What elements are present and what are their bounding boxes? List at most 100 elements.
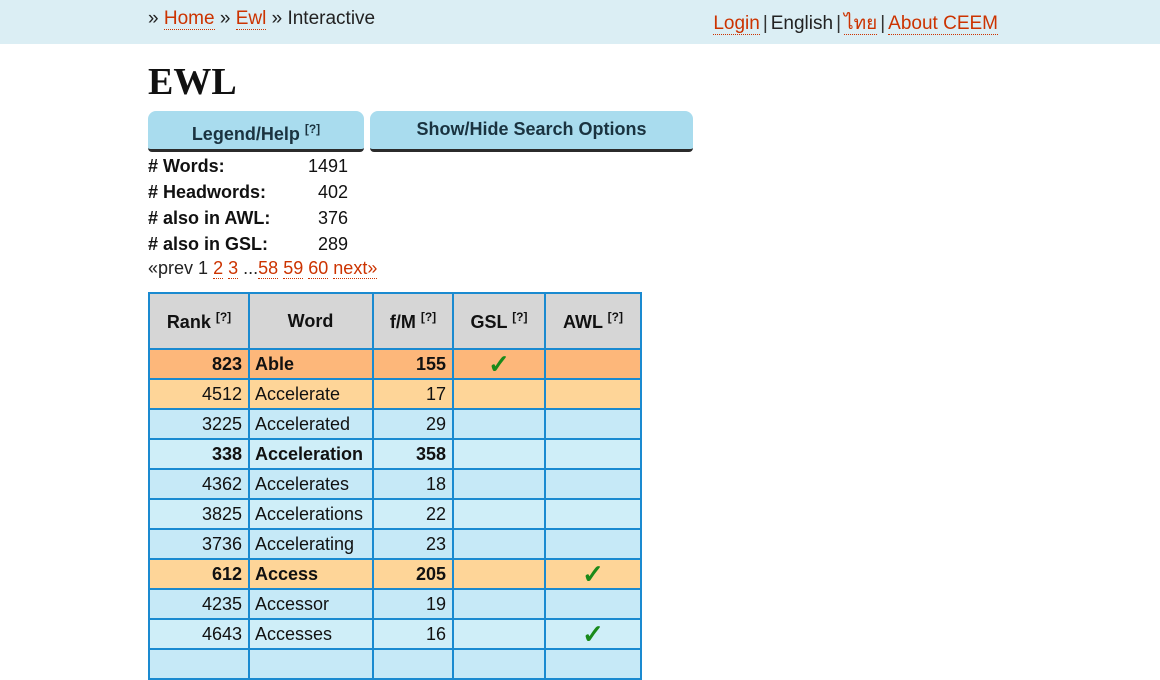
breadcrumb-home-link[interactable]: Home — [163, 8, 215, 30]
page-title: EWL — [148, 61, 237, 103]
header-fm[interactable]: f/M [?] — [372, 292, 454, 350]
cell-awl — [544, 378, 642, 410]
header-label: f/M — [389, 311, 416, 332]
language-english: English — [770, 13, 834, 34]
table-row[interactable]: 4362 Accelerates 18 — [148, 468, 642, 500]
divider: | — [762, 13, 768, 34]
cell-rank: 338 — [148, 438, 250, 470]
table-row[interactable]: 338 Acceleration 358 — [148, 438, 642, 470]
header-rank[interactable]: Rank [?] — [148, 292, 250, 350]
cell-fm: 23 — [372, 528, 454, 560]
cell-rank: 3225 — [148, 408, 250, 440]
pager-next-link[interactable]: next» — [333, 258, 378, 279]
cell-fm: 22 — [372, 498, 454, 530]
cell-word: Able — [248, 348, 374, 380]
cell-fm: 18 — [372, 468, 454, 500]
cell-gsl — [452, 378, 546, 410]
stat-headwords: # Headwords: 402 — [148, 181, 368, 207]
stat-label: # also in AWL: — [148, 208, 271, 228]
table-row[interactable]: 3736 Accelerating 23 — [148, 528, 642, 560]
cell-fm: 19 — [372, 588, 454, 620]
help-marker[interactable]: [?] — [608, 310, 623, 324]
cell-gsl — [452, 408, 546, 440]
about-ceem-link[interactable]: About CEEM — [888, 13, 998, 35]
table-row[interactable]: 3225 Accelerated 29 — [148, 408, 642, 440]
header-word[interactable]: Word — [248, 292, 374, 350]
cell-word: Accelerate — [248, 378, 374, 410]
pager-ellipsis: ... — [243, 258, 259, 278]
cell-fm: 205 — [372, 558, 454, 590]
cell-rank: 4362 — [148, 468, 250, 500]
toggle-search-options-label: Show/Hide Search Options — [416, 119, 647, 139]
cell-word: Accelerates — [248, 468, 374, 500]
cell-fm: 17 — [372, 378, 454, 410]
cell-rank: 4512 — [148, 378, 250, 410]
legend-help-label: Legend/Help — [191, 124, 300, 144]
pagination: «prev 1 2 3 ...58 59 60 next» — [148, 258, 378, 279]
table-row[interactable] — [148, 648, 642, 680]
header-label: GSL — [470, 311, 508, 332]
pager-page-link[interactable]: 2 — [213, 258, 224, 279]
stat-value: 289 — [317, 234, 348, 254]
table-header-row: Rank [?] Word f/M [?] GSL [?] AWL [?] — [148, 292, 642, 350]
table-row[interactable]: 823 Able 155 ✓ — [148, 348, 642, 380]
pager-current: 1 — [198, 258, 209, 278]
cell-word: Access — [248, 558, 374, 590]
table-row[interactable]: 612 Access 205 ✓ — [148, 558, 642, 590]
cell-fm — [372, 648, 454, 680]
login-link[interactable]: Login — [713, 13, 760, 35]
help-marker[interactable]: [?] — [216, 310, 231, 324]
language-thai-link[interactable]: ไทย — [844, 13, 878, 35]
table-row[interactable]: 3825 Accelerations 22 — [148, 498, 642, 530]
pager-page-link[interactable]: 3 — [228, 258, 239, 279]
cell-fm: 358 — [372, 438, 454, 470]
cell-fm: 155 — [372, 348, 454, 380]
pager-prev: «prev — [148, 258, 194, 278]
check-mark-icon: ✓ — [544, 558, 642, 590]
cell-rank: 612 — [148, 558, 250, 590]
breadcrumb-sep: » — [271, 8, 283, 29]
cell-awl — [544, 648, 642, 680]
check-mark-icon: ✓ — [452, 348, 546, 380]
help-marker: [?] — [304, 122, 321, 136]
cell-awl — [544, 348, 642, 380]
cell-rank: 823 — [148, 348, 250, 380]
cell-gsl — [452, 498, 546, 530]
top-bar: » Home » Ewl » Interactive Login | English… — [0, 0, 1160, 44]
legend-help-button[interactable]: Legend/Help [?] — [148, 111, 364, 152]
stat-awl: # also in AWL: 376 — [148, 207, 368, 233]
cell-awl — [544, 408, 642, 440]
cell-rank: 3825 — [148, 498, 250, 530]
cell-word: Accelerations — [248, 498, 374, 530]
table-row[interactable]: 4512 Accelerate 17 — [148, 378, 642, 410]
stat-value: 402 — [317, 182, 348, 202]
cell-word: Accelerating — [248, 528, 374, 560]
pager-page-link[interactable]: 60 — [308, 258, 329, 279]
cell-fm: 29 — [372, 408, 454, 440]
cell-awl — [544, 528, 642, 560]
breadcrumb-current: Interactive — [287, 8, 376, 29]
pager-page-link[interactable]: 59 — [283, 258, 304, 279]
cell-awl — [544, 438, 642, 470]
cell-rank: 3736 — [148, 528, 250, 560]
cell-gsl — [452, 468, 546, 500]
top-links: Login | English | ไทย | About CEEM — [713, 8, 998, 38]
cell-awl — [544, 468, 642, 500]
toggle-search-options-button[interactable]: Show/Hide Search Options — [370, 111, 693, 152]
help-marker[interactable]: [?] — [421, 310, 436, 324]
pager-page-link[interactable]: 58 — [258, 258, 279, 279]
cell-word: Acceleration — [248, 438, 374, 470]
table-row[interactable]: 4235 Accessor 19 — [148, 588, 642, 620]
header-awl[interactable]: AWL [?] — [544, 292, 642, 350]
cell-gsl — [452, 648, 546, 680]
stat-gsl: # also in GSL: 289 — [148, 233, 368, 259]
table-row[interactable]: 4643 Accesses 16 ✓ — [148, 618, 642, 650]
cell-rank — [148, 648, 250, 680]
breadcrumb: » Home » Ewl » Interactive — [148, 8, 375, 30]
stat-value: 376 — [317, 208, 348, 228]
breadcrumb-sep: » — [219, 8, 231, 29]
breadcrumb-ewl-link[interactable]: Ewl — [235, 8, 267, 30]
help-marker[interactable]: [?] — [512, 310, 527, 324]
cell-gsl — [452, 618, 546, 650]
header-gsl[interactable]: GSL [?] — [452, 292, 546, 350]
